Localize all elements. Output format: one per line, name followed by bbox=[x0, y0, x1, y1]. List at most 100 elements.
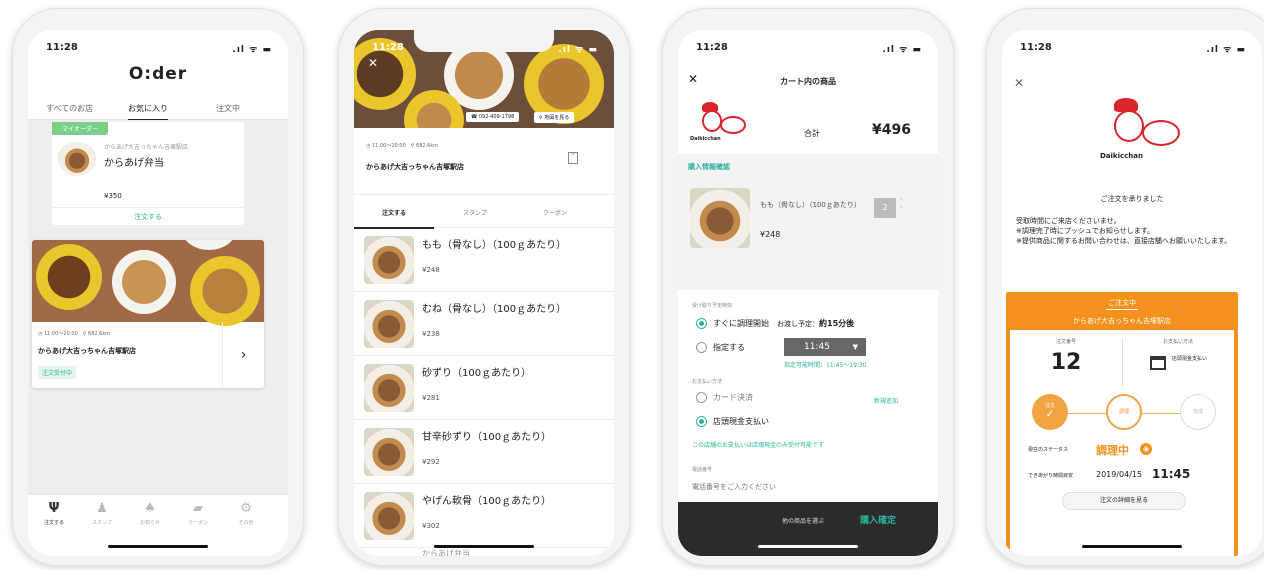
radio-selected[interactable] bbox=[696, 416, 707, 427]
fork-knife-icon: Ψ bbox=[48, 501, 60, 516]
signal-wifi-battery-icon: .ıl ᯤ ▬ bbox=[232, 45, 272, 55]
eta-value: 約15分後 bbox=[819, 319, 855, 328]
quantity-stepper-icon[interactable]: ˄ ˅ bbox=[900, 198, 903, 214]
home-indicator bbox=[434, 545, 534, 548]
hours-text: 11:00〜20:00 bbox=[43, 331, 78, 337]
food-image bbox=[364, 236, 414, 284]
ready-date: 2019/04/15 bbox=[1096, 470, 1143, 479]
ready-label: できあがり時間目安 bbox=[1028, 473, 1074, 479]
signal-wifi-battery-icon: .ıl ᯤ ▬ bbox=[558, 45, 598, 55]
coupon-icon: ▰ bbox=[193, 501, 203, 516]
store-card[interactable]: ◷ 11:00〜20:00 ⚲ 682.6km からあげ大吉っちゃん吉塚駅店 注… bbox=[32, 240, 264, 388]
food-image bbox=[364, 428, 414, 476]
status-bar: 11:28 .ıl ᯤ ▬ bbox=[1002, 30, 1262, 60]
app-logo: O:der bbox=[128, 64, 188, 84]
order-button[interactable]: 注文する bbox=[52, 207, 244, 225]
menu-item[interactable]: むね（骨なし）（100ｇあたり） ¥238 bbox=[354, 292, 614, 356]
tab-notice[interactable]: ♠ お知らせ bbox=[124, 501, 176, 526]
bell-icon: ♠ bbox=[144, 501, 156, 516]
phone-cart: 11:28 .ıl ᯤ ▬ ✕ カート内の商品 Daikicchan 合計 ¥4… bbox=[662, 8, 954, 566]
store-hours: ◷ 11:00〜20:00 ⚲ 682.6km bbox=[366, 143, 439, 149]
time-range-note: 指定可能時間：11:45〜19:30 bbox=[784, 362, 867, 369]
menu-item[interactable]: 甘辛砂ずり（100ｇあたり） ¥292 bbox=[354, 420, 614, 484]
document-icon[interactable]: ≡ bbox=[568, 152, 578, 164]
tab-label: スタンプ bbox=[92, 520, 112, 526]
asap-option[interactable]: すぐに調理開始 お渡し予定：約15分後 bbox=[696, 318, 854, 329]
hours-text: 11:00〜20:00 bbox=[371, 143, 406, 149]
status-time: 11:28 bbox=[1020, 42, 1052, 53]
menu-item[interactable]: からあげ弁当 bbox=[354, 548, 614, 556]
title-underline bbox=[1106, 309, 1138, 310]
map-button[interactable]: ⚲ 地図を見る bbox=[534, 112, 575, 123]
tab-stamp[interactable]: ♟ スタンプ bbox=[76, 501, 128, 526]
eta-prefix: お渡し予定： bbox=[777, 320, 819, 328]
tab-coupon[interactable]: クーポン bbox=[520, 208, 590, 217]
signal-wifi-battery-icon: .ıl ᯤ ▬ bbox=[882, 45, 922, 55]
menu-item[interactable]: やげん軟骨（100ｇあたり） ¥302 bbox=[354, 484, 614, 548]
plate bbox=[112, 250, 176, 314]
brand-name: Daikicchan bbox=[1100, 152, 1143, 160]
confirm-section: 購入情報確認 もも（骨なし）（100ｇあたり） ¥248 2 ˄ ˅ bbox=[678, 154, 938, 290]
stamp-icon: ♟ bbox=[96, 501, 108, 516]
time-select[interactable]: 11:45 ▼ bbox=[784, 338, 866, 356]
radio-unselected[interactable] bbox=[696, 342, 707, 353]
menu-item-name: もも（骨なし）（100ｇあたり） bbox=[422, 240, 567, 251]
tab-coupon[interactable]: ▰ クーポン bbox=[172, 501, 224, 526]
close-icon[interactable]: ✕ bbox=[1014, 76, 1024, 90]
screen: 11:28 .ıl ᯤ ▬ O:der すべてのお店 お気に入り 注文中 マイオ… bbox=[28, 30, 288, 556]
status-time: 11:28 bbox=[46, 42, 78, 53]
tab-favorites[interactable]: お気に入り bbox=[128, 103, 168, 121]
menu-item-name: 砂ずり（100ｇあたり） bbox=[422, 368, 532, 379]
distance-text: 682.6km bbox=[88, 331, 111, 337]
cash-label: 店頭現金支払い bbox=[713, 417, 769, 426]
rooster-wing bbox=[720, 116, 746, 134]
my-order-card[interactable]: マイオーダー からあげ大吉っちゃん吉塚駅店 からあげ弁当 ¥350 注文する bbox=[52, 122, 244, 225]
time-value: 11:45 bbox=[804, 342, 830, 352]
card-payment-option[interactable]: カード決済 bbox=[696, 392, 753, 403]
page-title: カート内の商品 bbox=[780, 77, 836, 86]
confirm-purchase-button[interactable]: 購入確定 bbox=[860, 513, 896, 526]
specify-option[interactable]: 指定する bbox=[696, 342, 745, 353]
add-new-link[interactable]: 新規追加 bbox=[874, 396, 898, 405]
tab-stamp[interactable]: スタンプ bbox=[440, 208, 510, 217]
tab-label: お知らせ bbox=[140, 520, 160, 526]
quantity-value[interactable]: 2 bbox=[874, 198, 896, 218]
menu-item[interactable]: 砂ずり（100ｇあたり） ¥281 bbox=[354, 356, 614, 420]
signal-wifi-battery-icon: .ıl ᯤ ▬ bbox=[1206, 45, 1246, 55]
menu-item[interactable]: もも（骨なし）（100ｇあたり） ¥248 bbox=[354, 228, 614, 292]
phone-input[interactable] bbox=[692, 480, 924, 494]
screen: 11:28 .ıl ᯤ ▬ ✕ カート内の商品 Daikicchan 合計 ¥4… bbox=[678, 30, 938, 556]
menu-item-name: やげん軟骨（100ｇあたり） bbox=[422, 496, 552, 507]
store-icon bbox=[1150, 356, 1166, 370]
cart-item-price: ¥248 bbox=[760, 230, 781, 239]
phone-button[interactable]: ☎ 092-409-1798 bbox=[466, 112, 520, 122]
tab-order[interactable]: Ψ 注文する bbox=[28, 501, 80, 526]
rooster-head bbox=[702, 110, 722, 132]
rooster-wing bbox=[1142, 120, 1180, 146]
tab-ordering[interactable]: 注文中 bbox=[216, 103, 240, 114]
payment-heading: お支払い方法 bbox=[692, 379, 723, 385]
radio-selected[interactable] bbox=[696, 318, 707, 329]
tab-all-stores[interactable]: すべてのお店 bbox=[46, 103, 93, 114]
food-image bbox=[364, 492, 414, 540]
dropdown-caret-icon: ▼ bbox=[852, 343, 858, 351]
order-detail-button[interactable]: 注文の詳細を見る bbox=[1062, 492, 1186, 510]
item-name: からあげ弁当 bbox=[104, 158, 164, 169]
radio-unselected[interactable] bbox=[696, 392, 707, 403]
bottom-tab-bar: Ψ 注文する ♟ スタンプ ♠ お知らせ ▰ クーポン ⚙ その他 bbox=[28, 494, 288, 534]
tab-label: その他 bbox=[238, 520, 254, 526]
step-cooking: 調理 bbox=[1106, 394, 1142, 430]
checkout-bar: 他の商品を選ぶ 購入確定 bbox=[678, 502, 938, 556]
check-icon: ✓ bbox=[1045, 409, 1055, 420]
ready-time: 11:45 bbox=[1152, 467, 1191, 481]
tab-other[interactable]: ⚙ その他 bbox=[220, 501, 272, 526]
cash-payment-option[interactable]: 店頭現金支払い bbox=[696, 416, 769, 427]
tab-order[interactable]: 注文する bbox=[354, 208, 434, 217]
food-image bbox=[364, 300, 414, 348]
order-status-card: ご注文中 からあげ大吉っちゃん吉塚駅店 注文番号 12 お支払い方法 店頭現金支… bbox=[1006, 292, 1238, 556]
chevron-right-icon[interactable]: › bbox=[222, 322, 264, 388]
food-image bbox=[690, 188, 750, 248]
store-tabs: すべてのお店 お気に入り 注文中 bbox=[28, 96, 288, 121]
other-items-button[interactable]: 他の商品を選ぶ bbox=[782, 516, 824, 525]
home-indicator bbox=[758, 545, 858, 548]
